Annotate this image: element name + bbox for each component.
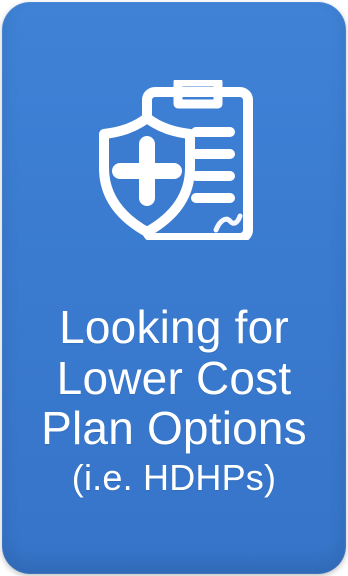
insurance-policy-icon xyxy=(92,80,262,240)
tile-label: Looking for Lower Cost Plan Options (i.e… xyxy=(2,302,346,497)
tile-title-line-2: Lower Cost xyxy=(56,351,292,404)
tile-title-line-3: Plan Options xyxy=(41,402,307,455)
tile-title-line-1: Looking for xyxy=(59,301,289,353)
plan-options-tile[interactable]: Looking for Lower Cost Plan Options (i.e… xyxy=(2,2,346,574)
tile-subtitle: (i.e. HDHPs) xyxy=(71,456,277,498)
page: Looking for Lower Cost Plan Options (i.e… xyxy=(0,0,348,576)
